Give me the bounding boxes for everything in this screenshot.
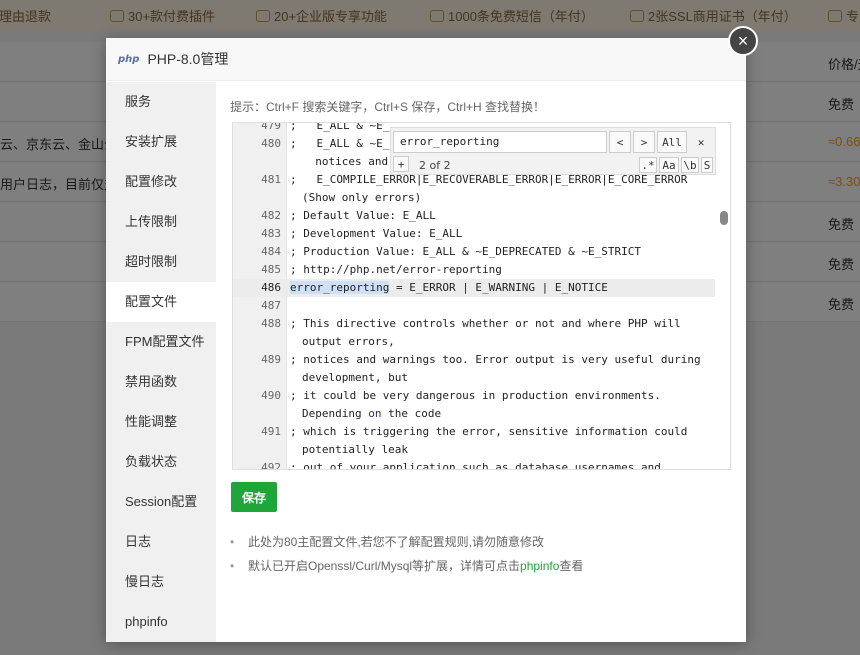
line-text: error_reporting = E_ERROR | E_WARNING | … [290, 279, 710, 297]
text-segment: the code [381, 407, 442, 420]
dialog-sidebar: 服务 安装扩展 配置修改 上传限制 超时限制 配置文件 FPM配置文件 禁用函数… [106, 82, 216, 642]
code-line[interactable]: 490 ; it could be very dangerous in prod… [233, 387, 715, 423]
line-text: ; http://php.net/error-reporting [290, 263, 502, 276]
code-line[interactable]: 485 ; http://php.net/error-reporting [233, 261, 715, 279]
code-line-active[interactable]: 486 error_reporting = E_ERROR | E_WARNIN… [233, 279, 715, 297]
code-line[interactable]: 483 ; Development Value: E_ALL [233, 225, 715, 243]
sidebar-item-timeout-limit[interactable]: 超时限制 [106, 242, 216, 282]
in-selection-toggle[interactable]: S [701, 157, 713, 173]
line-number: 479 [261, 122, 281, 132]
regex-toggle[interactable]: .* [639, 157, 657, 173]
sidebar-item-slow-log[interactable]: 慢日志 [106, 562, 216, 602]
code-line[interactable]: 492 ; out of your application such as da… [233, 459, 715, 470]
note-item: 默认已开启Openssl/Curl/Mysql等扩展，详情可点击phpinfo查… [230, 554, 730, 578]
line-text: ; notices and warnings too. Error output… [290, 353, 701, 366]
phpinfo-link[interactable]: phpinfo [520, 559, 559, 573]
sidebar-item-config-modify[interactable]: 配置修改 [106, 162, 216, 202]
editor-scrollbar[interactable] [720, 211, 728, 225]
dialog-title: PHP-8.0管理 [147, 51, 229, 67]
line-text: ; which is triggering the error, sensiti… [290, 425, 688, 438]
config-file-panel: 提示：Ctrl+F 搜索关键字，Ctrl+S 保存，Ctrl+H 查找替换！ 4… [230, 82, 736, 578]
sidebar-item-disabled-functions[interactable]: 禁用函数 [106, 362, 216, 402]
sidebar-item-install-extension[interactable]: 安装扩展 [106, 122, 216, 162]
close-button[interactable]: × [728, 26, 758, 56]
sidebar-item-service[interactable]: 服务 [106, 82, 216, 122]
code-editor[interactable]: 479 ; E_ALL & ~E_ 480 ; E_ALL & ~E_ noti… [232, 122, 731, 470]
line-text: ; This directive controls whether or not… [290, 317, 681, 330]
sidebar-item-load-status[interactable]: 负载状态 [106, 442, 216, 482]
code-line[interactable]: 482 ; Default Value: E_ALL [233, 207, 715, 225]
sidebar-item-log[interactable]: 日志 [106, 522, 216, 562]
sidebar-item-fpm-config[interactable]: FPM配置文件 [106, 322, 216, 362]
line-number: 487 [261, 299, 281, 312]
find-prev-button[interactable]: < [609, 131, 631, 153]
code-line[interactable]: 481 ; E_COMPILE_ERROR|E_RECOVERABLE_ERRO… [233, 171, 715, 207]
line-text-wrap: output errors, [302, 335, 395, 348]
sidebar-item-config-file[interactable]: 配置文件 [106, 282, 216, 322]
note-text: 查看 [559, 559, 584, 573]
dialog-header: php PHP-8.0管理 [106, 38, 746, 81]
sidebar-item-performance[interactable]: 性能调整 [106, 402, 216, 442]
note-text: 默认已开启Openssl/Curl/Mysql等扩展，详情可点击 [248, 559, 521, 573]
search-match-highlight: error_reporting [290, 281, 390, 294]
line-text-wrap: (Show only errors) [302, 191, 422, 204]
toggle-replace-button[interactable]: + [393, 156, 409, 172]
match-count: 2 of 2 [419, 159, 451, 172]
line-number: 490 [261, 389, 281, 402]
search-input[interactable]: error_reporting [393, 131, 607, 153]
line-number: 481 [261, 173, 281, 186]
whole-word-toggle[interactable]: \b [681, 157, 699, 173]
line-number: 484 [261, 245, 281, 258]
line-number: 480 [261, 137, 281, 150]
line-text: ; Default Value: E_ALL [290, 209, 436, 222]
line-number: 485 [261, 263, 281, 276]
note-item: 此处为80主配置文件,若您不了解配置规则,请勿随意修改 [230, 530, 730, 554]
line-number: 482 [261, 209, 281, 222]
code-line[interactable]: 487 [233, 297, 715, 315]
line-text: ; it could be very dangerous in producti… [290, 389, 661, 402]
find-next-button[interactable]: > [633, 131, 655, 153]
line-number: 491 [261, 425, 281, 438]
text-segment: Depending [302, 407, 369, 420]
help-notes: 此处为80主配置文件,若您不了解配置规则,请勿随意修改 默认已开启Openssl… [230, 530, 730, 578]
find-all-button[interactable]: All [657, 131, 687, 153]
sidebar-item-phpinfo[interactable]: phpinfo [106, 602, 216, 642]
line-text: ; Development Value: E_ALL [290, 227, 463, 240]
line-text: ; out of your application such as databa… [290, 461, 661, 470]
code-line[interactable]: 488 ; This directive controls whether or… [233, 315, 715, 351]
sidebar-item-session[interactable]: Session配置 [106, 482, 216, 522]
line-text-wrap: potentially leak [302, 443, 408, 456]
line-number: 489 [261, 353, 281, 366]
line-text-wrap: development, but [302, 371, 408, 384]
keyword-token: on [368, 407, 382, 420]
code-line[interactable]: 489 ; notices and warnings too. Error ou… [233, 351, 715, 387]
close-search-icon[interactable]: ✕ [691, 131, 711, 153]
line-number: 488 [261, 317, 281, 330]
line-number: 492 [261, 461, 281, 470]
sidebar-item-upload-limit[interactable]: 上传限制 [106, 202, 216, 242]
search-panel: error_reporting < > All ✕ + 2 of 2 .* Aa… [390, 127, 716, 175]
shortcut-tip: 提示：Ctrl+F 搜索关键字，Ctrl+S 保存，Ctrl+H 查找替换！ [230, 100, 546, 114]
php-logo-icon: php [118, 53, 140, 65]
case-sensitive-toggle[interactable]: Aa [659, 157, 679, 173]
code-line[interactable]: 484 ; Production Value: E_ALL & ~E_DEPRE… [233, 243, 715, 261]
line-text: ; Production Value: E_ALL & ~E_DEPRECATE… [290, 245, 641, 258]
code-line[interactable]: 491 ; which is triggering the error, sen… [233, 423, 715, 459]
line-text-rest: = E_ERROR | E_WARNING | E_NOTICE [389, 281, 608, 294]
save-button[interactable]: 保存 [231, 482, 277, 512]
line-number: 483 [261, 227, 281, 240]
line-number: 486 [261, 281, 281, 294]
line-text-wrap: Depending on the code [302, 405, 722, 423]
php-manage-dialog: php PHP-8.0管理 × 服务 安装扩展 配置修改 上传限制 超时限制 配… [106, 26, 758, 642]
